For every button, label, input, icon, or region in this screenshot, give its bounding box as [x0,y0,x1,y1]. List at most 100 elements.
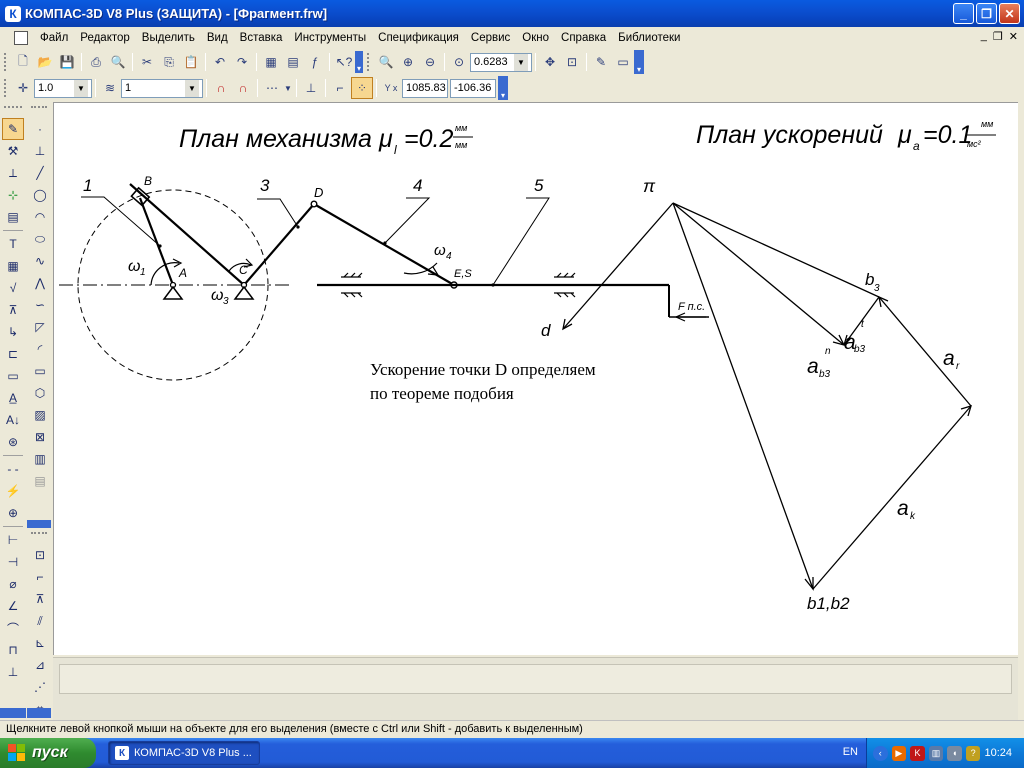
function-icon[interactable]: ƒ [304,51,326,73]
hatch-icon[interactable]: ▨ [29,404,51,426]
param-parallel-icon[interactable]: ⫽ [29,610,51,632]
mdi-minimize-button[interactable]: _ [981,30,987,43]
chevron-left-icon[interactable]: ‹ [873,745,888,761]
center-mark-icon[interactable]: ⊕ [2,502,24,524]
new-document-icon[interactable]: 🗋 [12,51,34,73]
toolbar-grip[interactable] [367,53,371,71]
param-perp-icon[interactable]: ⊾ [29,632,51,654]
view-arrow-icon[interactable]: A↓ [2,409,24,431]
geometry-panel-icon[interactable]: ✎ [2,118,24,140]
menu-insert[interactable]: Вставка [234,32,289,44]
equidistant-icon[interactable]: ▥ [29,448,51,470]
volume-icon[interactable]: ◖ [947,745,962,761]
menu-libraries[interactable]: Библиотеки [612,32,686,44]
rebuild-icon[interactable]: ✎ [590,51,612,73]
round-icon[interactable]: ⁘ [351,77,373,99]
document-icon[interactable] [14,31,28,45]
dim-height-icon[interactable]: ⊥ [2,661,24,683]
base-icon[interactable]: ⊼ [2,299,24,321]
rectangle-icon[interactable]: ▭ [29,360,51,382]
mark-icon[interactable]: ⊛ [2,431,24,453]
open-icon[interactable]: 📂 [34,51,56,73]
chevron-down-icon[interactable]: ▼ [74,79,88,97]
print-preview-icon[interactable]: 🔍 [107,51,129,73]
polyline-icon[interactable]: ⋀ [29,272,51,294]
zoom-scale-icon[interactable]: ⊙ [448,51,470,73]
bezier-icon[interactable]: ∽ [29,294,51,316]
ellipse-icon[interactable]: ⬭ [29,228,51,250]
zoom-scale-field[interactable]: 0.6283 ▼ [470,52,532,72]
circle-icon[interactable]: ◯ [29,184,51,206]
media-player-icon[interactable]: ▶ [891,745,907,761]
arc-icon[interactable]: ◠ [29,206,51,228]
table-icon[interactable]: ▦ [2,255,24,277]
notation-panel-icon[interactable]: ▤ [2,206,24,228]
restore-button[interactable]: ❐ [976,3,997,24]
menu-editor[interactable]: Редактор [74,32,136,44]
paste-icon[interactable]: 📋 [180,51,202,73]
layers-icon[interactable]: ≋ [99,77,121,99]
axis-icon[interactable]: - - [2,458,24,480]
coord-y-field[interactable]: -106.36 [450,78,496,98]
edit-panel-icon[interactable]: ⚒ [2,140,24,162]
print-icon[interactable]: ⎙ [85,51,107,73]
toolbar-grip[interactable] [4,53,8,71]
zoom-window-icon[interactable]: 🔍 [375,51,397,73]
library-icon[interactable]: ▤ [282,51,304,73]
menu-window[interactable]: Окно [516,32,555,44]
toolbar-grip[interactable] [4,79,8,97]
text-icon[interactable]: T [2,233,24,255]
param-horizontal-icon[interactable]: ⌐ [29,566,51,588]
chevron-down-icon[interactable]: ▼ [283,77,293,99]
antivirus-icon[interactable]: K [910,745,925,761]
mdi-close-button[interactable]: ✕ [1009,30,1018,43]
section-icon[interactable]: A̲ [2,387,24,409]
pan-icon[interactable]: ✥ [539,51,561,73]
local-cs-icon[interactable]: ⊥ [300,77,322,99]
param-vertical-icon[interactable]: ⊼ [29,588,51,610]
dim-linear-icon[interactable]: ⊢ [2,529,24,551]
roughness-icon[interactable]: √ [2,277,24,299]
chevron-down-icon[interactable]: ▼ [185,79,199,97]
dimensions-panel-icon[interactable]: ⊹ [2,184,24,206]
start-button[interactable]: пуск [0,738,96,768]
ortho-icon[interactable]: ⌐ [329,77,351,99]
contour-icon[interactable]: ⊠ [29,426,51,448]
param-tangent-icon[interactable]: ⊿ [29,654,51,676]
coord-x-field[interactable]: 1085.83 [402,78,448,98]
minimize-button[interactable]: _ [953,3,974,24]
param-coincide-icon[interactable]: ⋰ [29,676,51,698]
chevron-down-icon[interactable]: ▼ [514,53,528,71]
position-icon[interactable]: ⊏ [2,343,24,365]
zoom-in-icon[interactable]: ⊕ [397,51,419,73]
help-pointer-icon[interactable]: ↖? [333,51,355,73]
snap-local-icon[interactable]: ∩ [232,77,254,99]
leader-icon[interactable]: ↳ [2,321,24,343]
dim-arc-icon[interactable]: ⌒ [2,617,24,639]
menu-file[interactable]: Файл [34,32,74,44]
redo-icon[interactable]: ↷ [231,51,253,73]
spline-icon[interactable]: ∿ [29,250,51,272]
point-icon[interactable]: · [29,118,51,140]
variables-icon[interactable]: ▦ [260,51,282,73]
menu-view[interactable]: Вид [201,32,234,44]
menu-select[interactable]: Выделить [136,32,201,44]
segment-icon[interactable]: ╱ [29,162,51,184]
menu-service[interactable]: Сервис [465,32,516,44]
chamfer-icon[interactable]: ◸ [29,316,51,338]
dim-angle-icon[interactable]: ∠ [2,595,24,617]
tolerance-icon[interactable]: ▭ [2,365,24,387]
fillet-icon[interactable]: ◜ [29,338,51,360]
network-icon[interactable]: ▥ [928,745,944,761]
taskbar-kompas-button[interactable]: К КОМПАС-3D V8 Plus ... [108,741,260,765]
param-panel-icon[interactable]: ⟂ [2,162,24,184]
update-icon[interactable]: ? [965,745,981,761]
undo-icon[interactable]: ↶ [209,51,231,73]
menu-specification[interactable]: Спецификация [372,32,465,44]
menu-tools[interactable]: Инструменты [288,32,372,44]
dim-diameter-icon[interactable]: ⌀ [2,573,24,595]
param-fix-icon[interactable]: ⊡ [29,544,51,566]
close-button[interactable]: ✕ [999,3,1020,24]
layer-field[interactable]: 1 ▼ [121,78,203,98]
zoom-all-icon[interactable]: ⊡ [561,51,583,73]
